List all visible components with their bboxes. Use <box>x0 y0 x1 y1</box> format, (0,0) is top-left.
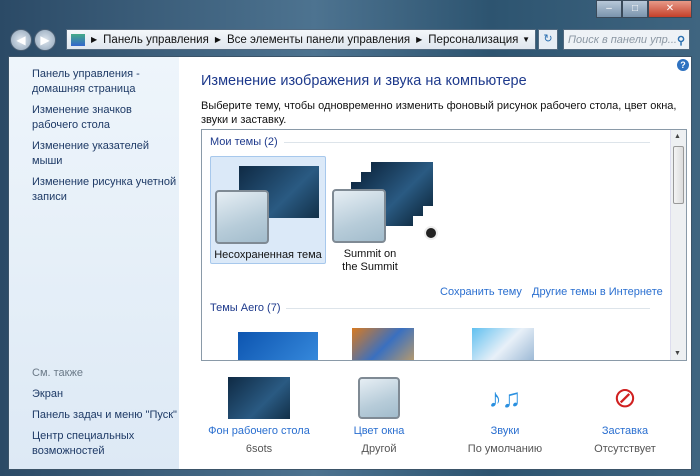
sidebar: Панель управления - домашняя страница Из… <box>9 57 179 469</box>
page-title: Изменение изображения и звука на компьют… <box>201 73 527 89</box>
more-themes-link[interactable]: Другие темы в Интернете <box>532 286 663 298</box>
see-also-heading: См. также <box>32 367 83 379</box>
theme-unsaved[interactable]: Несохраненная тема <box>210 156 326 264</box>
sidebar-link-account-picture[interactable]: Изменение рисунка учетной записи <box>32 175 179 205</box>
desktop-background-setting[interactable]: Фон рабочего стола 6sots <box>189 377 329 455</box>
theme-label: Summit on the Summit <box>342 248 398 273</box>
sidebar-link-home[interactable]: Панель управления - домашняя страница <box>32 67 179 97</box>
breadcrumb-item[interactable]: Персонализация <box>428 34 518 46</box>
online-theme-icon <box>424 226 438 240</box>
sidebar-link-mouse-pointers[interactable]: Изменение указателей мыши <box>32 139 179 169</box>
scrollbar-thumb[interactable] <box>673 146 684 204</box>
sounds-icon: ♪♫ <box>488 383 522 413</box>
breadcrumb-item[interactable]: Все элементы панели управления <box>227 34 410 46</box>
minimize-button[interactable]: – <box>596 0 622 18</box>
window-controls: – □ ✕ <box>596 0 692 18</box>
page-description: Выберите тему, чтобы одновременно измени… <box>201 100 677 126</box>
navigation: ◀ ▶ <box>10 29 56 51</box>
screensaver-setting[interactable]: ⊘ Заставка Отсутствует <box>555 377 695 455</box>
search-input[interactable]: Поиск в панели упр... ⚲ <box>563 29 690 50</box>
back-button[interactable]: ◀ <box>10 29 32 51</box>
sounds-setting[interactable]: ♪♫ Звуки По умолчанию <box>435 377 575 455</box>
maximize-button[interactable]: □ <box>622 0 648 18</box>
sidebar-link-desktop-icons[interactable]: Изменение значков рабочего стола <box>32 103 179 133</box>
window-color-setting[interactable]: Цвет окна Другой <box>309 377 449 455</box>
theme-label: Несохраненная тема <box>214 249 322 261</box>
aero-theme-windows7[interactable] <box>238 332 318 360</box>
content-area: Панель управления - домашняя страница Из… <box>8 56 692 470</box>
sidebar-link-display[interactable]: Экран <box>32 387 177 402</box>
theme-list: Мои темы (2) Несохраненная тема Summit o… <box>201 129 687 361</box>
theme-summit[interactable]: Summit on the Summit <box>326 156 442 276</box>
dropdown-icon[interactable]: ▼ <box>522 35 530 44</box>
aero-themes-heading: Темы Aero (7) <box>210 302 650 314</box>
screensaver-none-icon: ⊘ <box>613 382 637 413</box>
breadcrumb-item[interactable]: Панель управления <box>103 34 209 46</box>
help-icon[interactable]: ? <box>677 59 689 71</box>
sidebar-link-taskbar[interactable]: Панель задач и меню "Пуск" <box>32 408 177 423</box>
close-button[interactable]: ✕ <box>648 0 692 18</box>
control-panel-icon <box>71 33 85 46</box>
forward-button[interactable]: ▶ <box>34 29 56 51</box>
address-bar[interactable]: ▶ Панель управления ▶ Все элементы панели … <box>66 29 536 50</box>
sidebar-link-ease-of-access[interactable]: Центр специальных возможностей <box>32 429 142 459</box>
refresh-button[interactable]: ↻ <box>538 29 558 50</box>
my-themes-heading: Мои темы (2) <box>210 136 650 148</box>
aero-theme-architecture[interactable] <box>352 328 414 360</box>
aero-theme-characters[interactable] <box>472 328 534 360</box>
vertical-scrollbar[interactable]: ▲ ▼ <box>670 130 686 360</box>
save-theme-link[interactable]: Сохранить тему <box>440 286 522 298</box>
search-icon[interactable]: ⚲ <box>677 34 685 47</box>
main-panel: ? Изменение изображения и звука на компь… <box>179 57 691 469</box>
